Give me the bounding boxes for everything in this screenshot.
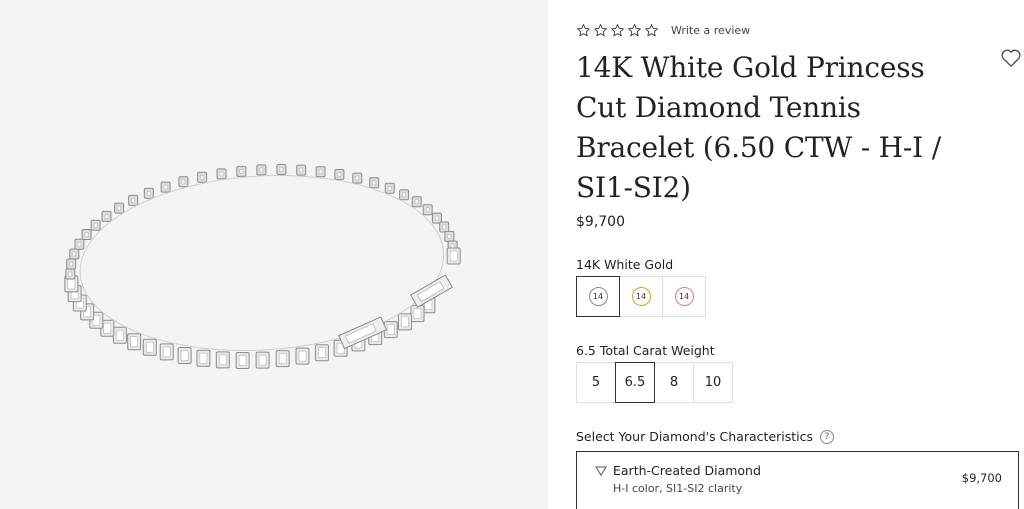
metal-option[interactable]: 14 (576, 276, 620, 317)
metal-option[interactable]: 14 (619, 276, 663, 317)
star-icon[interactable] (627, 23, 642, 38)
metal-swatch: 14 (674, 287, 694, 306)
star-icon[interactable] (644, 23, 659, 38)
product-title: 14K White Gold Princess Cut Diamond Tenn… (576, 51, 941, 204)
metal-option[interactable]: 14 (662, 276, 706, 317)
product-info: Write a review 14K White Gold Princess C… (576, 0, 1024, 509)
star-icon[interactable] (576, 23, 591, 38)
carat-label: 6.5 Total Carat Weight (576, 343, 715, 358)
help-icon[interactable]: ? (820, 429, 835, 444)
star-icon[interactable] (610, 23, 625, 38)
metal-swatch: 14 (588, 287, 608, 306)
star-rating[interactable] (576, 23, 659, 38)
characteristics-label-text: Select Your Diamond's Characteristics (576, 429, 814, 444)
product-image (64, 164, 461, 369)
characteristics-label: Select Your Diamond's Characteristics ? (576, 429, 835, 444)
rating-row: Write a review (576, 20, 750, 40)
diamond-option-card[interactable]: Earth-Created Diamond H-I color, SI1-SI2… (576, 451, 1019, 509)
diamond-subtitle: H-I color, SI1-SI2 clarity (613, 482, 743, 495)
metal-options: 14 14 14 (576, 276, 706, 317)
write-review-link[interactable]: Write a review (671, 24, 750, 37)
carat-option[interactable]: 8 (654, 362, 694, 403)
diamond-title: Earth-Created Diamond (613, 463, 761, 478)
carat-option[interactable]: 5 (576, 362, 616, 403)
carat-option[interactable]: 6.5 (615, 362, 655, 403)
metal-label: 14K White Gold (576, 257, 674, 272)
carat-options: 5 6.5 8 10 (576, 362, 733, 403)
carat-option[interactable]: 10 (693, 362, 733, 403)
product-price: $9,700 (576, 214, 625, 230)
heart-icon[interactable] (1000, 48, 1022, 68)
product-image-panel (0, 0, 548, 509)
star-icon[interactable] (593, 23, 608, 38)
diamond-price: $9,700 (961, 471, 1002, 485)
diamond-icon (595, 466, 607, 476)
metal-swatch: 14 (631, 287, 651, 306)
